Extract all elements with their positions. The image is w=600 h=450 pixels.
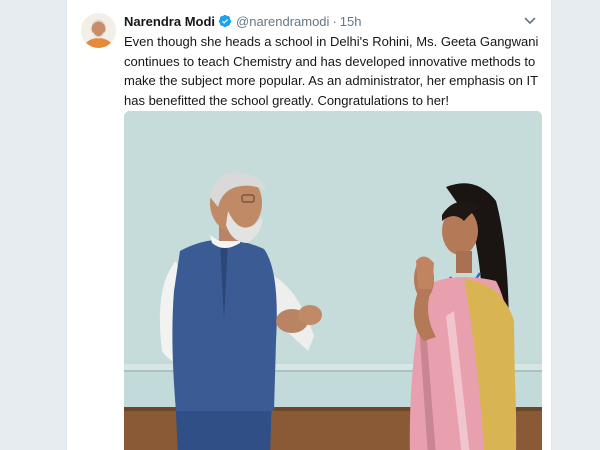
tweet-photo[interactable] — [124, 111, 542, 450]
chevron-down-icon[interactable] — [523, 14, 537, 28]
author-handle[interactable]: @narendramodi — [236, 14, 329, 29]
avatar-portrait-image — [81, 13, 116, 48]
photo-image — [124, 111, 542, 450]
separator-dot: · — [332, 13, 337, 29]
tweet-header: Narendra Modi @narendramodi · 15h — [124, 11, 543, 31]
author-name[interactable]: Narendra Modi — [124, 14, 215, 29]
author-avatar[interactable] — [81, 13, 116, 48]
verified-badge-icon — [218, 14, 232, 28]
tweet-text: Even though she heads a school in Delhi'… — [124, 34, 539, 108]
tweet-timestamp[interactable]: 15h — [340, 14, 362, 29]
tweet-card[interactable]: Narendra Modi @narendramodi · 15h Even t… — [66, 0, 552, 450]
